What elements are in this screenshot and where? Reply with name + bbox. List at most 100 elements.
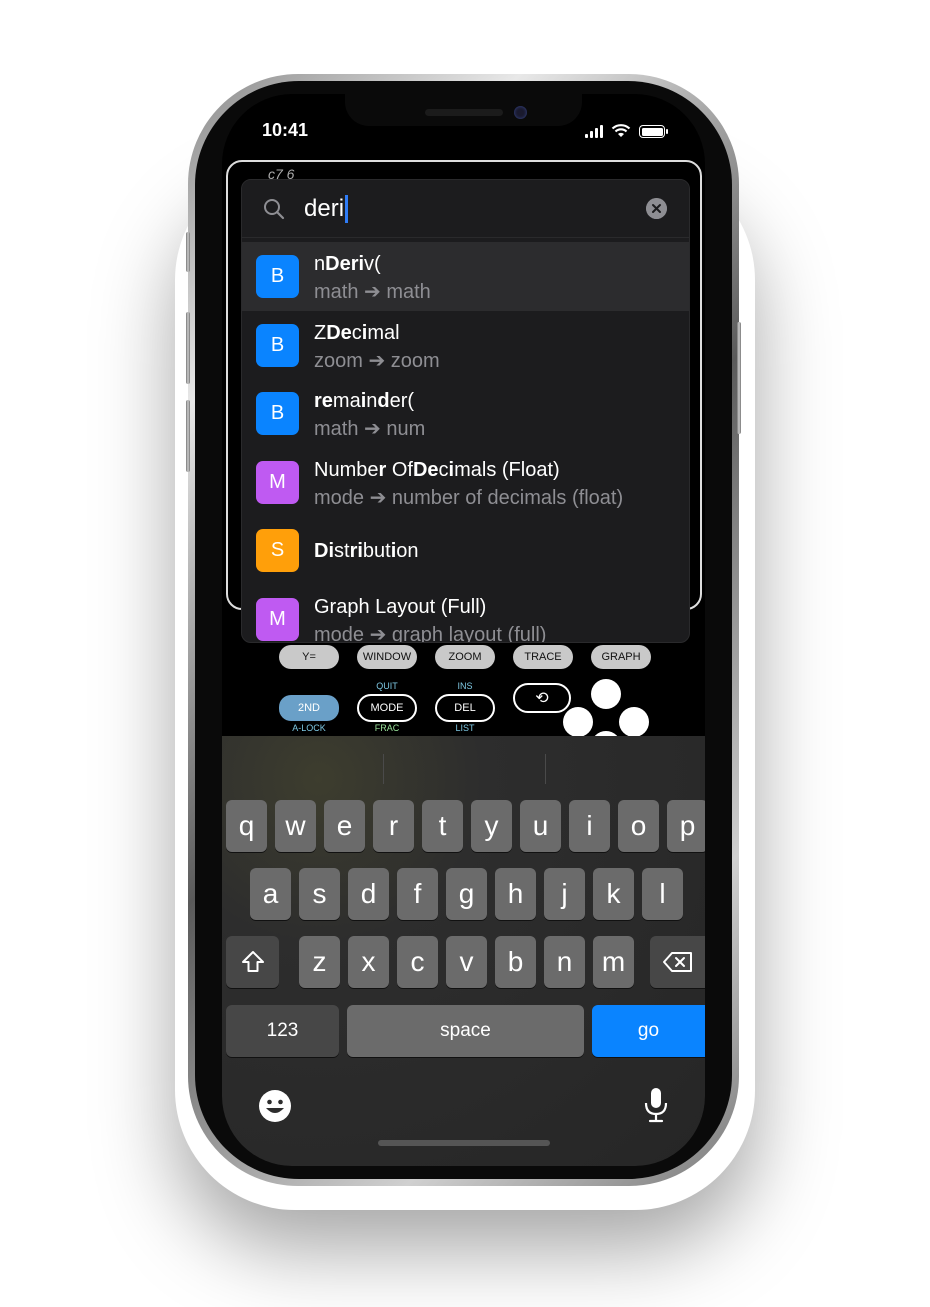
dpad-left-icon[interactable] <box>563 707 593 737</box>
search-icon <box>264 199 285 220</box>
delete-icon <box>662 952 692 972</box>
suggestion-divider <box>545 754 546 784</box>
result-path: math ➔ num <box>314 418 426 440</box>
result-title: remainder( <box>314 390 415 412</box>
search-results-list: BnDeriv(math ➔ math B ZDecimal zoom ➔ zoom B… <box>242 242 689 642</box>
result-path: math ➔ math <box>314 281 431 303</box>
result-path: mode ➔ number of decimals (float) <box>314 486 624 509</box>
key-a[interactable]: a <box>250 868 291 920</box>
key-second[interactable]: 2ND <box>279 695 339 721</box>
key-y[interactable]: y <box>471 800 512 852</box>
status-icons <box>585 124 668 138</box>
search-result-item[interactable]: M Number OfDecimals (Float) mode ➔ number … <box>242 448 689 517</box>
front-camera <box>514 106 527 119</box>
key-y-equals[interactable]: Y= <box>279 645 339 669</box>
search-result-item[interactable]: BnDeriv( math ➔ math <box>242 242 689 311</box>
key-k[interactable]: k <box>593 868 634 920</box>
result-category-badge: M <box>256 460 299 504</box>
status-time: 10:41 <box>262 120 309 140</box>
dpad-up-icon[interactable] <box>591 679 621 709</box>
key-i[interactable]: i <box>569 800 610 852</box>
phone-screen: 10:41 c7 6 deri B nDeriv(math ➔ math B … <box>222 94 705 1166</box>
software-keyboard: qwertyuiop asdfghjkl zxcvbnm 123 space go <box>222 736 705 1166</box>
search-result-item[interactable]: S Distribution <box>242 516 689 585</box>
key-r[interactable]: r <box>373 800 414 852</box>
result-category-badge: M <box>256 597 299 641</box>
key-trace[interactable]: TRACE <box>513 645 573 669</box>
key-v[interactable]: v <box>446 936 487 988</box>
numbers-key[interactable]: 123 <box>226 1005 339 1057</box>
key-z[interactable]: z <box>299 936 340 988</box>
key-graph[interactable]: GRAPH <box>591 645 651 669</box>
power-button <box>737 322 741 434</box>
search-result-item[interactable]: M Graph Layout (Full) mode ➔ graph layout … <box>242 585 689 642</box>
key-zoom[interactable]: ZOOM <box>435 645 495 669</box>
calculator-keypad: Y= WINDOW ZOOM TRACE GRAPH 2ND A-LOCK QU… <box>222 639 705 761</box>
key-j[interactable]: j <box>544 868 585 920</box>
result-title: Number OfDecimals (Float) <box>314 458 560 481</box>
text-cursor <box>345 195 349 223</box>
home-indicator[interactable] <box>378 1140 550 1146</box>
key-second-sublabel: A-LOCK <box>292 723 326 733</box>
result-title: Graph Layout (Full) <box>314 595 487 618</box>
go-key[interactable]: go <box>592 1005 705 1057</box>
key-del-toplabel: INS <box>457 681 473 691</box>
key-t[interactable]: t <box>422 800 463 852</box>
key-window[interactable]: WINDOW <box>357 645 417 669</box>
search-bar: deri <box>242 180 689 238</box>
key-s[interactable]: s <box>299 868 340 920</box>
dpad-right-icon[interactable] <box>619 707 649 737</box>
result-category-badge: B <box>256 392 299 435</box>
key-f[interactable]: f <box>397 868 438 920</box>
volume-up-button <box>186 312 190 384</box>
result-category-badge: B <box>256 323 299 367</box>
shift-key[interactable] <box>226 936 279 988</box>
key-w[interactable]: w <box>275 800 316 852</box>
speaker-grille <box>425 109 503 116</box>
suggestion-divider <box>383 754 384 784</box>
result-title: Distribution <box>314 540 419 562</box>
microphone-icon[interactable] <box>642 1086 670 1126</box>
key-mode-sublabel: FRAC <box>374 723 400 733</box>
result-category-badge: S <box>256 529 299 572</box>
key-enter-icon[interactable]: ⟲ <box>513 683 571 713</box>
search-result-item[interactable]: Bremainder( math ➔ num <box>242 379 689 448</box>
result-category-badge: B <box>256 255 299 298</box>
clear-search-icon[interactable] <box>646 198 667 219</box>
key-del-sublabel: LIST <box>455 723 475 733</box>
mute-switch <box>186 232 190 272</box>
key-m[interactable]: m <box>593 936 634 988</box>
shift-icon <box>241 951 264 972</box>
space-key[interactable]: space <box>347 1005 584 1057</box>
key-l[interactable]: l <box>642 868 683 920</box>
key-q[interactable]: q <box>226 800 267 852</box>
key-n[interactable]: n <box>544 936 585 988</box>
catalog-search-popup: deri BnDeriv( math ➔ math B ZDecimal zoom ➔ … <box>241 179 690 643</box>
stage: 10:41 c7 6 deri B nDeriv(math ➔ math B … <box>0 0 930 1307</box>
result-path: zoom ➔ zoom <box>314 349 440 372</box>
emoji-icon[interactable] <box>258 1089 292 1123</box>
key-g[interactable]: g <box>446 868 487 920</box>
key-mode-toplabel: QUIT <box>376 681 398 691</box>
delete-key[interactable] <box>650 936 705 988</box>
key-u[interactable]: u <box>520 800 561 852</box>
battery-icon <box>639 125 668 138</box>
search-input[interactable]: deri <box>304 195 349 223</box>
key-x[interactable]: x <box>348 936 389 988</box>
key-del[interactable]: DEL <box>435 694 495 722</box>
search-result-item[interactable]: B ZDecimal zoom ➔ zoom <box>242 311 689 380</box>
key-c[interactable]: c <box>397 936 438 988</box>
search-query: deri <box>304 195 345 222</box>
key-d[interactable]: d <box>348 868 389 920</box>
key-o[interactable]: o <box>618 800 659 852</box>
key-mode[interactable]: MODE <box>357 694 417 722</box>
key-b[interactable]: b <box>495 936 536 988</box>
wifi-icon <box>611 124 631 137</box>
key-p[interactable]: p <box>667 800 705 852</box>
key-h[interactable]: h <box>495 868 536 920</box>
volume-down-button <box>186 400 190 472</box>
key-e[interactable]: e <box>324 800 365 852</box>
result-title: nDeriv( <box>314 253 381 275</box>
result-title: ZDecimal <box>314 321 400 344</box>
cellular-signal-icon <box>585 125 603 138</box>
